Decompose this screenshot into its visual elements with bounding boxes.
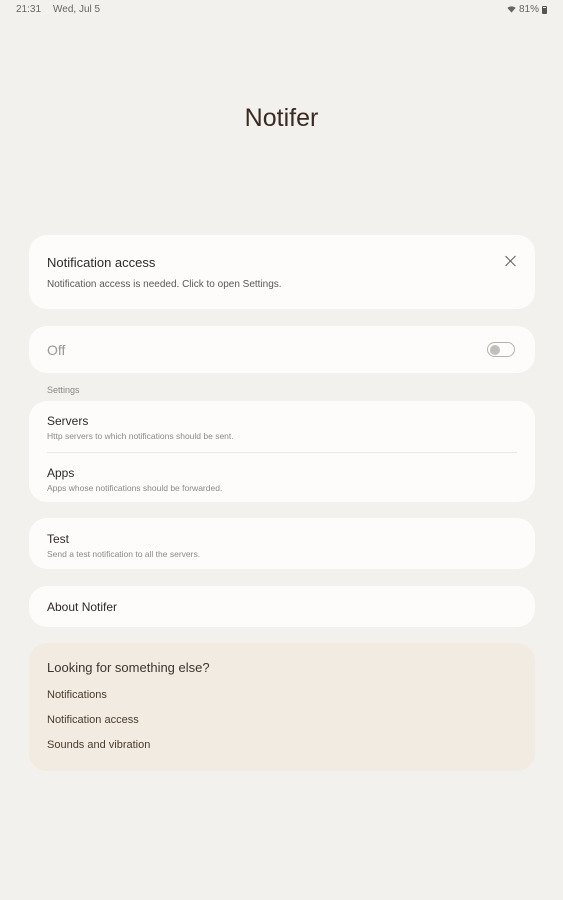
access-card-description: Notification access is needed. Click to … xyxy=(47,279,282,290)
suggestion-link-notifications[interactable]: Notifications xyxy=(47,689,107,701)
status-right: 81% xyxy=(507,4,547,15)
test-title: Test xyxy=(47,532,70,546)
servers-title: Servers xyxy=(47,414,89,428)
test-subtitle: Send a test notification to all the serv… xyxy=(47,549,201,559)
apps-subtitle: Apps whose notifications should be forwa… xyxy=(47,483,223,493)
about-title: About Notifer xyxy=(47,600,118,614)
test-item[interactable]: Test Send a test notification to all the… xyxy=(29,518,535,569)
status-bar: 21:31 Wed, Jul 5 81% xyxy=(0,0,563,20)
battery-percentage: 81% xyxy=(518,4,539,15)
toggle-knob xyxy=(490,344,500,355)
close-icon[interactable] xyxy=(503,253,519,269)
about-item[interactable]: About Notifer xyxy=(29,586,535,627)
suggestions-card: Looking for something else? Notification… xyxy=(29,643,535,771)
settings-item-apps[interactable]: Apps Apps whose notifications should be … xyxy=(29,453,535,502)
servers-subtitle: Http servers to which notifications shou… xyxy=(47,431,234,441)
master-toggle-switch[interactable] xyxy=(487,342,515,357)
notification-access-card[interactable]: Notification access Notification access … xyxy=(29,235,535,309)
settings-section-label: Settings xyxy=(47,385,80,395)
wifi-icon xyxy=(507,6,516,13)
settings-item-servers[interactable]: Servers Http servers to which notificati… xyxy=(29,401,535,452)
access-card-title: Notification access xyxy=(47,255,156,270)
status-time: 21:31 xyxy=(16,4,42,15)
master-toggle-label: Off xyxy=(47,342,66,358)
status-date: Wed, Jul 5 xyxy=(53,4,101,15)
app-title: Notifer xyxy=(244,104,319,132)
apps-title: Apps xyxy=(47,466,75,480)
suggestion-link-notification-access[interactable]: Notification access xyxy=(47,714,139,726)
suggestions-title: Looking for something else? xyxy=(47,660,210,675)
settings-group-card: Servers Http servers to which notificati… xyxy=(29,401,535,502)
battery-icon xyxy=(542,5,547,14)
suggestion-link-sounds-vibration[interactable]: Sounds and vibration xyxy=(47,739,150,751)
master-toggle-card[interactable]: Off xyxy=(29,326,535,373)
